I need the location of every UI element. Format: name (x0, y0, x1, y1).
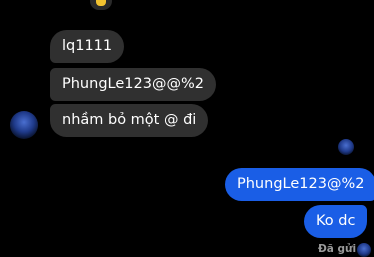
outgoing-message[interactable]: PhungLe123@%2 (225, 168, 374, 201)
incoming-message[interactable]: PhungLe123@@%2 (50, 68, 216, 101)
contact-avatar[interactable] (10, 111, 38, 139)
seen-avatar (357, 243, 371, 257)
outgoing-message[interactable]: Ko dc (304, 205, 368, 238)
incoming-message[interactable]: nhầm bỏ một @ đi (50, 104, 209, 137)
read-receipt-avatar (338, 139, 354, 155)
thumbs-up-reaction-icon[interactable] (90, 0, 112, 10)
delivery-status: Đã gửi (318, 243, 357, 255)
incoming-message[interactable]: lq1111 (50, 30, 125, 63)
